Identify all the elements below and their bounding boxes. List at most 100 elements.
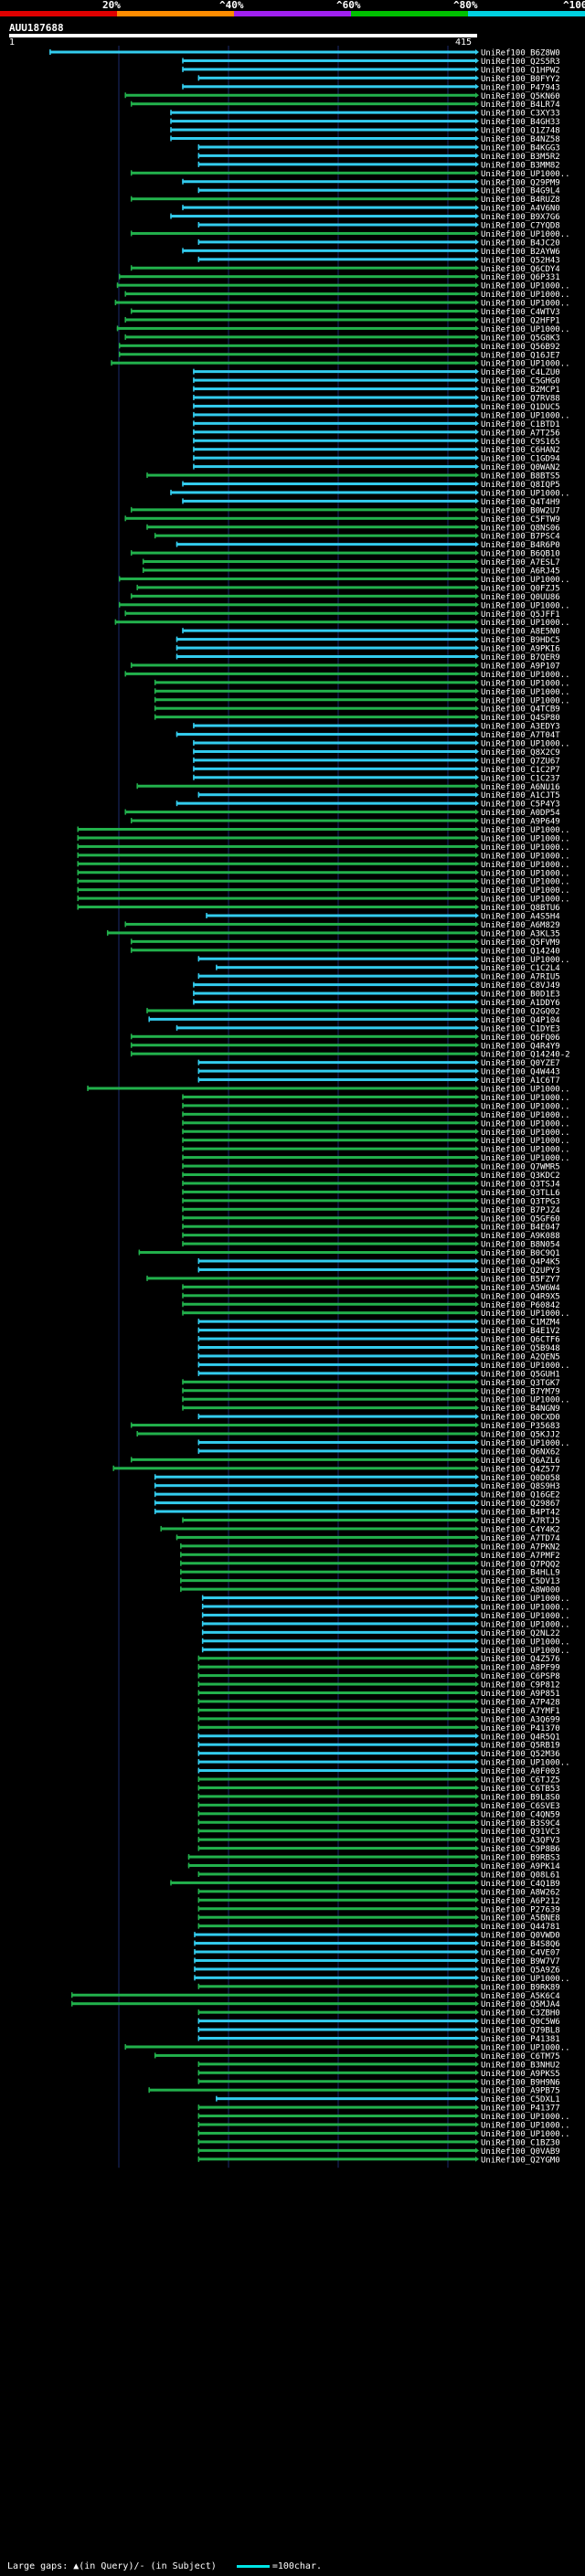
hit-end-arrow bbox=[475, 472, 479, 479]
hit-start-tick bbox=[182, 1517, 184, 1523]
hit-end-arrow bbox=[475, 567, 479, 573]
hit-end-arrow bbox=[475, 1966, 479, 1972]
hit-start-tick bbox=[193, 757, 195, 763]
hit-bar bbox=[170, 215, 475, 218]
hit-bar bbox=[106, 931, 476, 935]
hit-end-arrow bbox=[475, 645, 479, 652]
hit-start-tick bbox=[201, 1604, 204, 1609]
hit-start-tick bbox=[138, 1249, 141, 1256]
hit-end-arrow bbox=[475, 541, 479, 547]
hit-bar bbox=[180, 1544, 475, 1548]
hit-bar bbox=[170, 111, 475, 114]
hit-start-tick bbox=[197, 1068, 200, 1075]
hit-bar bbox=[182, 1207, 475, 1211]
hit-end-arrow bbox=[475, 1638, 479, 1644]
hit-start-tick bbox=[194, 1940, 196, 1946]
hit-bar bbox=[197, 188, 475, 192]
hit-bar bbox=[197, 1259, 475, 1263]
hit-bar bbox=[216, 966, 475, 970]
hit-end-arrow bbox=[475, 2078, 479, 2084]
hit-start-tick bbox=[142, 558, 144, 565]
hit-start-tick bbox=[77, 878, 79, 885]
hit-start-tick bbox=[197, 161, 200, 167]
hit-end-arrow bbox=[475, 222, 479, 228]
hit-end-arrow bbox=[475, 1042, 479, 1048]
hit-start-tick bbox=[193, 429, 195, 435]
hit-end-arrow bbox=[475, 679, 479, 685]
hit-bar bbox=[77, 896, 475, 900]
hit-end-arrow bbox=[475, 671, 479, 677]
hit-start-tick bbox=[201, 1638, 204, 1644]
hit-end-arrow bbox=[475, 1362, 479, 1368]
hit-end-arrow bbox=[475, 438, 479, 444]
hit-end-arrow bbox=[475, 1102, 479, 1108]
hit-end-arrow bbox=[475, 1767, 479, 1774]
hit-start-tick bbox=[197, 1319, 200, 1325]
hit-start-tick bbox=[197, 956, 200, 962]
hit-start-tick bbox=[176, 1534, 178, 1541]
scale-label: =100char. bbox=[271, 2561, 322, 2571]
hit-bar bbox=[170, 491, 475, 494]
hit-bar bbox=[182, 1112, 475, 1116]
hit-start-tick bbox=[193, 740, 195, 746]
hit-end-arrow bbox=[475, 1024, 479, 1031]
hit-end-arrow bbox=[475, 1724, 479, 1731]
hit-start-tick bbox=[197, 2009, 200, 2016]
hit-start-tick bbox=[197, 1336, 200, 1342]
hit-start-tick bbox=[180, 1542, 182, 1549]
hit-bar bbox=[170, 137, 475, 140]
hit-start-tick bbox=[77, 869, 79, 875]
hit-start-tick bbox=[77, 904, 79, 910]
hit-bar bbox=[182, 1104, 475, 1108]
hit-end-arrow bbox=[475, 127, 479, 133]
hit-bar bbox=[182, 1389, 475, 1393]
hit-start-tick bbox=[193, 377, 195, 384]
hit-bar bbox=[201, 1648, 475, 1651]
hit-bar bbox=[146, 1277, 475, 1280]
hit-end-arrow bbox=[475, 92, 479, 99]
hit-end-arrow bbox=[475, 1076, 479, 1083]
hit-bar bbox=[138, 1251, 475, 1255]
hit-end-arrow bbox=[475, 1983, 479, 1989]
hit-bar bbox=[197, 1665, 475, 1669]
hit-start-tick bbox=[154, 679, 156, 685]
hit-bar bbox=[187, 1864, 475, 1867]
hit-start-tick bbox=[182, 481, 184, 487]
hit-end-arrow bbox=[475, 1137, 479, 1143]
hit-start-tick bbox=[130, 550, 133, 557]
hit-bar bbox=[176, 733, 476, 737]
hit-start-tick bbox=[193, 991, 195, 997]
hit-end-arrow bbox=[475, 2156, 479, 2162]
hit-bar bbox=[182, 206, 475, 209]
hit-end-arrow bbox=[475, 1647, 479, 1653]
hit-bar bbox=[201, 1613, 475, 1617]
hit-start-tick bbox=[182, 1171, 184, 1178]
hit-bar bbox=[193, 983, 475, 987]
hit-end-arrow bbox=[475, 1690, 479, 1696]
hit-bar bbox=[154, 716, 475, 719]
hit-start-tick bbox=[201, 1595, 204, 1601]
hit-start-tick bbox=[130, 818, 133, 824]
hit-end-arrow bbox=[475, 714, 479, 720]
hit-bar bbox=[197, 1708, 475, 1712]
hit-start-tick bbox=[148, 1016, 150, 1023]
hit-start-tick bbox=[142, 567, 144, 573]
hit-end-arrow bbox=[475, 1862, 479, 1869]
hit-end-arrow bbox=[475, 929, 479, 936]
hit-end-arrow bbox=[475, 291, 479, 297]
hit-start-tick bbox=[182, 178, 184, 185]
hit-start-tick bbox=[197, 2104, 200, 2111]
hit-start-tick bbox=[182, 1137, 184, 1143]
hit-bar bbox=[182, 1147, 475, 1150]
hit-bar bbox=[49, 50, 476, 54]
hit-start-tick bbox=[124, 515, 126, 522]
hit-start-tick bbox=[197, 1776, 200, 1782]
hit-bar bbox=[197, 223, 475, 227]
hit-bar bbox=[193, 378, 475, 382]
hit-end-arrow bbox=[475, 1923, 479, 1929]
hit-start-tick bbox=[130, 308, 133, 314]
hit-start-tick bbox=[182, 498, 184, 504]
hit-start-tick bbox=[148, 2087, 150, 2094]
hit-alignment-panel: UniRef100_B6Z8W0UniRef100_Q2S5R3UniRef10… bbox=[49, 46, 570, 2168]
hit-end-arrow bbox=[475, 1171, 479, 1178]
